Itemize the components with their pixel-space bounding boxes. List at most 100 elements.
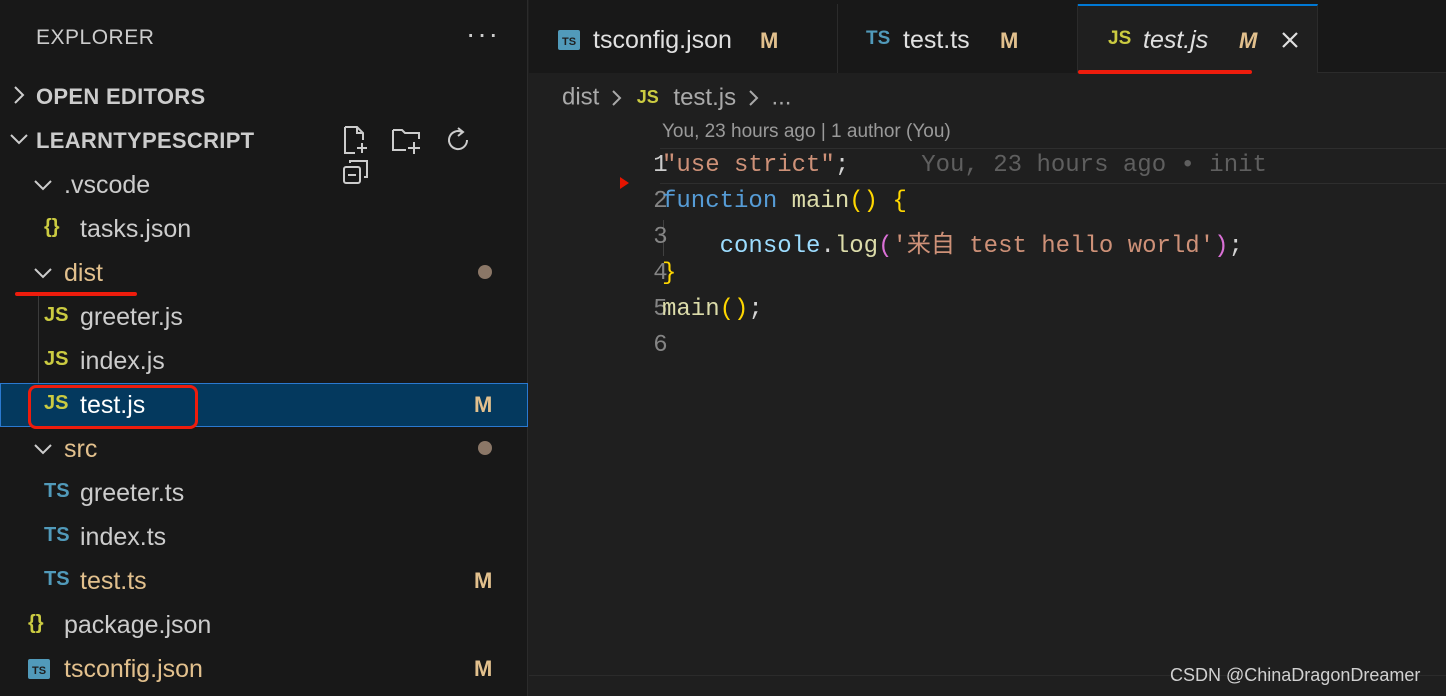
modified-badge: M [474,568,493,593]
more-actions-icon[interactable]: ··· [466,18,500,50]
code-token: () [849,188,879,215]
code-token: main [791,188,850,215]
chevron-right-icon [612,89,622,106]
breadcrumb-ellipsis[interactable]: ... [771,84,791,111]
tree-label: tasks.json [80,215,192,243]
js-file-icon: JS [636,87,659,108]
chevron-down-icon [10,134,28,145]
tree-file-tsconfig-json[interactable]: TS tsconfig.json M [0,647,528,691]
ts-file-icon: TS [44,480,70,502]
code-line: 2 function main() { [540,184,907,220]
chevron-right-icon [749,89,759,106]
tree-label: dist [64,259,103,287]
code-token: () [719,296,749,323]
section-open-editors[interactable]: OPEN EDITORS [0,74,528,118]
refresh-icon[interactable] [442,124,474,156]
tree-file-src-test-ts[interactable]: TS test.ts M [0,559,528,603]
new-folder-icon[interactable] [390,124,424,156]
line-number: 1 [653,152,668,179]
editor-tab-bar: TS tsconfig.json M TS test.ts M JS test.… [529,0,1446,73]
tsconfig-file-icon: TS [558,29,580,51]
code-token: console [719,233,821,260]
section-project[interactable]: LEARNTYPESCRIPT [0,118,528,184]
tree-file-dist-index-js[interactable]: JS index.js [0,339,528,383]
breadcrumb-folder[interactable]: dist [562,84,599,111]
tree-label: test.ts [80,567,147,595]
breadcrumb: dist JS test.js ... [562,83,791,113]
code-line: 6 [540,328,667,364]
explorer-sidebar: EXPLORER ··· OPEN EDITORS LEARNTYPESCRIP… [0,0,528,696]
breadcrumb-file[interactable]: test.js [673,84,736,111]
tree-folder-src[interactable]: src [0,427,528,471]
code-token: ; [834,152,850,179]
modified-dot [478,441,492,455]
tree-label: greeter.js [80,303,183,331]
code-token: '来自 test hello world' [892,233,1215,260]
json-file-icon: {} [28,612,44,634]
code-line: 5 main(); [540,292,763,328]
tab-label: test.ts [903,26,970,54]
code-token: { [892,188,907,215]
section-open-editors-label: OPEN EDITORS [36,84,206,109]
tab-test-ts[interactable]: TS test.ts M [838,4,1078,73]
tree-file-package-json[interactable]: {} package.json [0,603,528,647]
ts-file-icon: TS [44,568,70,590]
annotation-underline-dist [15,292,137,296]
section-project-label: LEARNTYPESCRIPT [36,128,255,153]
line-number: 5 [653,296,668,323]
tree-file-dist-greeter-js[interactable]: JS greeter.js [0,295,528,339]
watermark: CSDN @ChinaDragonDreamer [1170,665,1421,685]
code-token: ; [1228,233,1243,260]
tree-label: src [64,435,98,463]
ts-file-icon: TS [866,28,891,49]
blame-codelens[interactable]: You, 23 hours ago | 1 author (You) [662,121,951,143]
new-file-icon[interactable] [340,124,372,156]
line-number: 6 [653,332,668,359]
modified-badge: M [474,656,493,681]
chevron-down-icon [34,180,52,191]
tree-file-tasks-json[interactable]: {} tasks.json [0,207,528,251]
tree-folder-vscode[interactable]: .vscode [0,163,528,207]
modified-badge: M [760,28,779,53]
js-file-icon: JS [44,348,69,370]
code-token: } [662,260,677,287]
code-token: ( [878,233,893,260]
line-number: 2 [653,188,668,215]
ts-file-icon: TS [44,524,70,546]
modified-badge: M [1000,28,1019,53]
js-file-icon: JS [1108,28,1132,49]
tab-label: test.js [1143,26,1209,54]
line-number: 4 [653,260,668,287]
modified-badge: M [474,392,493,417]
chevron-down-icon [34,444,52,455]
inline-blame: You, 23 hours ago • init [921,152,1267,179]
explorer-title: EXPLORER [36,26,155,49]
code-line: 3 console.log('来自 test hello world'); [540,220,1243,260]
tree-label: index.ts [80,523,167,551]
tree-file-src-greeter-ts[interactable]: TS greeter.ts [0,471,528,515]
code-token: ) [1214,233,1229,260]
code-line: 1 "use strict"; You, 23 hours ago • init [540,148,1267,184]
annotation-underline-tab [1078,70,1252,74]
code-token: ; [748,296,763,323]
chevron-right-icon [14,86,25,104]
code-line: 4 } [540,256,676,292]
tab-test-js[interactable]: JS test.js M [1078,4,1318,73]
tab-tsconfig-json[interactable]: TS tsconfig.json M [529,4,838,73]
tree-folder-dist[interactable]: dist [0,251,528,295]
code-token: main [662,296,720,323]
code-token: "use strict" [662,152,835,179]
tab-label: tsconfig.json [593,26,732,54]
modified-badge: M [1239,28,1258,53]
close-icon[interactable] [1279,29,1301,51]
tree-label: package.json [64,611,212,639]
tree-label: .vscode [64,171,151,199]
modified-dot [478,265,492,279]
tree-label: index.js [80,347,165,375]
chevron-down-icon [34,268,52,279]
code-token: . [820,233,835,260]
tree-file-src-index-ts[interactable]: TS index.ts [0,515,528,559]
js-file-icon: JS [44,304,69,326]
line-number: 3 [653,224,668,251]
tree-label: tsconfig.json [64,655,203,683]
